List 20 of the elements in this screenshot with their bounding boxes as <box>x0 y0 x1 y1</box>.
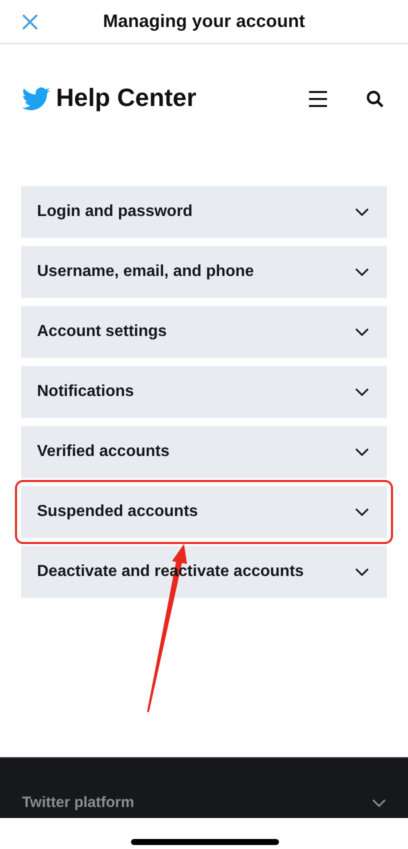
topic-accordion[interactable]: Notifications <box>21 366 387 418</box>
site-title: Help Center <box>56 83 196 114</box>
page-title: Managing your account <box>102 10 306 33</box>
chevron-down-icon <box>355 208 369 216</box>
close-icon[interactable] <box>21 13 39 31</box>
topic-accordion[interactable]: Account settings <box>21 306 387 358</box>
chevron-down-icon <box>355 568 369 576</box>
topic-accordion[interactable]: Suspended accounts <box>21 486 387 538</box>
chevron-down-icon <box>355 268 369 276</box>
bird-logo-icon <box>22 87 50 111</box>
chevron-down-icon <box>372 798 386 807</box>
menu-icon[interactable] <box>308 90 328 108</box>
search-icon[interactable] <box>366 90 384 108</box>
chevron-down-icon <box>355 388 369 396</box>
topic-accordion[interactable]: Username, email, and phone <box>21 246 387 298</box>
chevron-down-icon <box>355 508 369 516</box>
topic-accordion[interactable]: Login and password <box>21 186 387 238</box>
chevron-down-icon <box>355 328 369 336</box>
chevron-down-icon <box>355 448 369 456</box>
topic-accordion[interactable]: Verified accounts <box>21 426 387 478</box>
